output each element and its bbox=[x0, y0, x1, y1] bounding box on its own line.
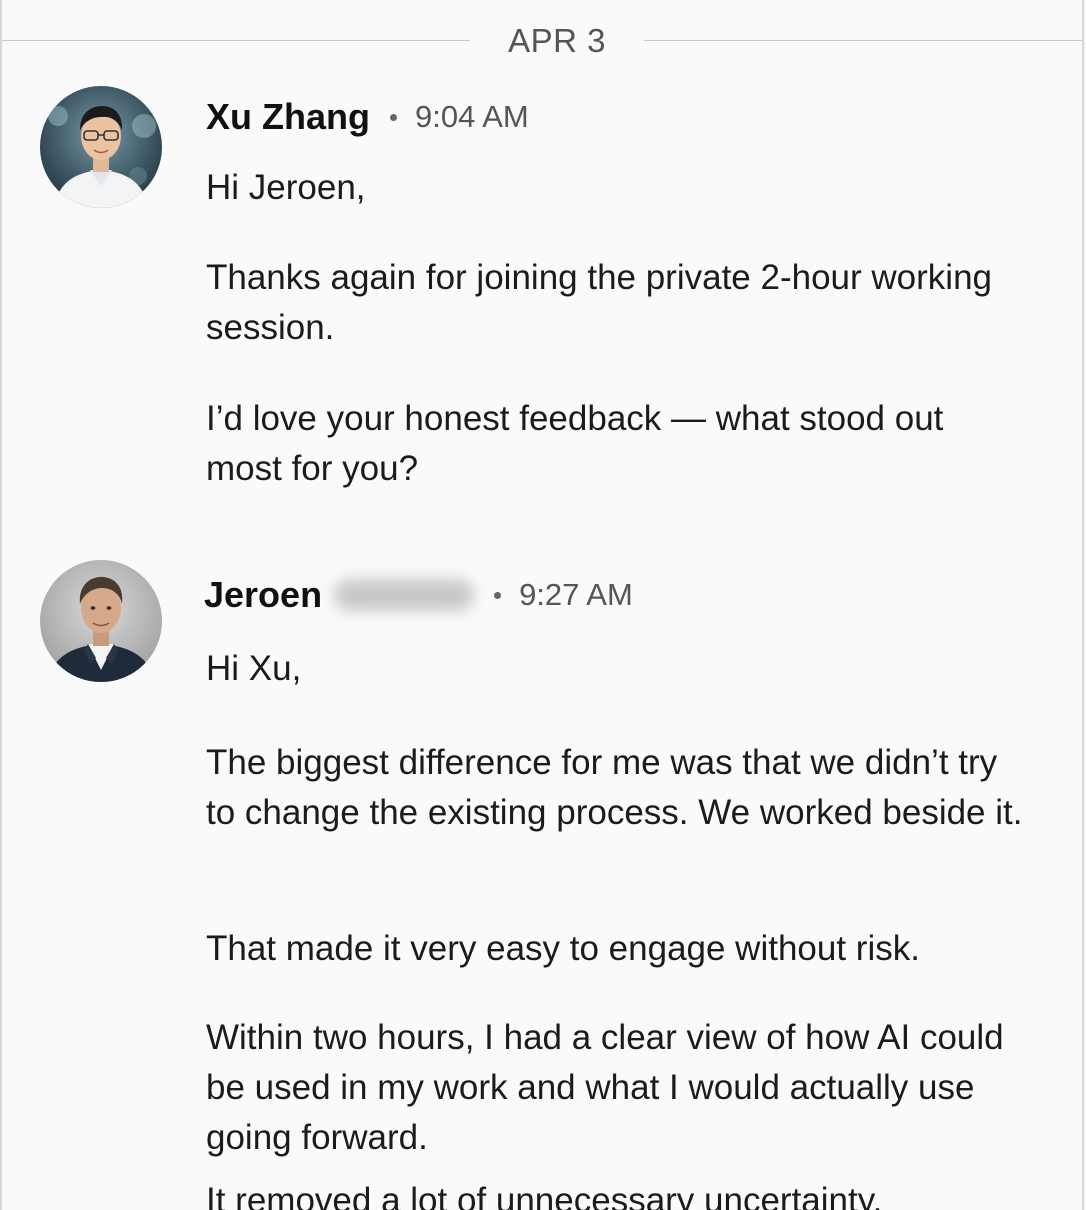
message-paragraph: Within two hours, I had a clear view of … bbox=[206, 1018, 1004, 1157]
sender-name[interactable]: Xu Zhang bbox=[206, 96, 370, 138]
message-paragraph: It removed a lot of unnecessary uncertai… bbox=[206, 1181, 883, 1210]
separator-dot-icon bbox=[390, 113, 397, 121]
divider-line-right bbox=[644, 40, 1082, 41]
avatar-jeroen[interactable] bbox=[40, 560, 162, 682]
message-header: Xu Zhang 9:04 AM bbox=[206, 96, 529, 146]
message-paragraph: Thanks again for joining the private 2-h… bbox=[206, 258, 992, 347]
message-time: 9:27 AM bbox=[519, 577, 633, 612]
date-divider: APR 3 bbox=[2, 18, 1082, 66]
message-paragraph: The biggest difference for me was that w… bbox=[206, 743, 1023, 832]
separator-dot-icon bbox=[494, 591, 502, 599]
sender-name[interactable]: Jeroen bbox=[204, 574, 322, 616]
redacted-surname bbox=[334, 579, 475, 611]
message-paragraph: Hi Xu, bbox=[206, 649, 302, 688]
message-paragraph: I’d love your honest feedback — what sto… bbox=[206, 399, 944, 488]
date-label: APR 3 bbox=[508, 22, 606, 59]
divider-line-left bbox=[2, 40, 470, 41]
message-time: 9:04 AM bbox=[415, 99, 529, 134]
conversation-thread: APR 3 Xu Zhang 9:04 AM Hi Jeroen, Thanks… bbox=[0, 0, 1084, 1210]
message-header: Jeroen 9:27 AM bbox=[204, 574, 633, 624]
message-paragraph: Hi Jeroen, bbox=[206, 168, 366, 207]
message-paragraph: That made it very easy to engage without… bbox=[206, 929, 920, 968]
avatar-xu-zhang[interactable] bbox=[40, 86, 162, 208]
